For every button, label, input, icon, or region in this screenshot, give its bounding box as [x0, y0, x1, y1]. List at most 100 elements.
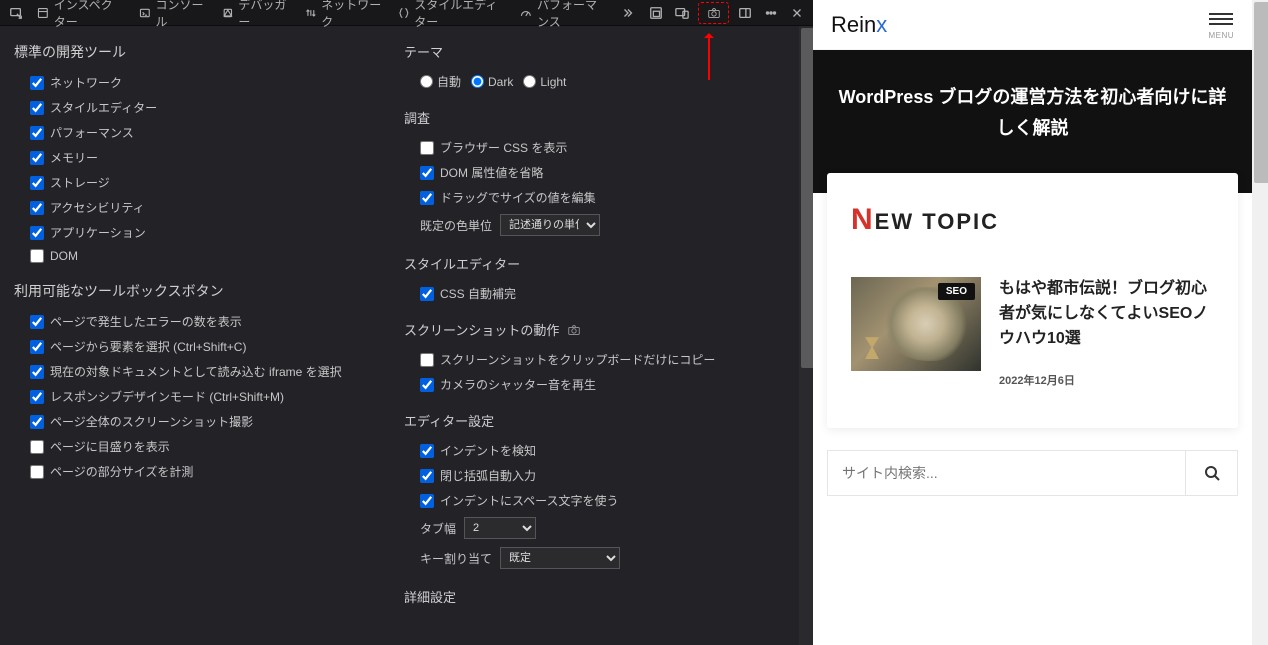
site-brand[interactable]: Reinx: [831, 12, 887, 38]
keymap-select[interactable]: 既定: [500, 547, 620, 569]
section-screenshot-title: スクリーンショットの動作: [404, 320, 793, 339]
toolbox-button-option[interactable]: ページに目盛りを表示: [14, 434, 394, 459]
checkbox[interactable]: [30, 440, 44, 454]
toolbox-button-option[interactable]: ページから要素を選択 (Ctrl+Shift+C): [14, 334, 394, 359]
pick-element-button[interactable]: [4, 1, 28, 25]
radio[interactable]: [471, 75, 484, 88]
section-advanced-title: 詳細設定: [404, 587, 793, 606]
styleeditor-option[interactable]: CSS 自動補完: [404, 281, 793, 306]
new-topic-card: NEW TOPIC SEO もはや都市伝説！ブログ初心者が気にしなくてよいSEO…: [827, 173, 1238, 427]
checkbox[interactable]: [30, 76, 44, 90]
checkbox[interactable]: [420, 494, 434, 508]
network-icon: [305, 6, 317, 20]
default-tool-option[interactable]: スタイルエディター: [14, 95, 394, 120]
theme-radio-自動[interactable]: 自動: [420, 73, 461, 90]
dock-side-button[interactable]: [733, 1, 757, 25]
search-input[interactable]: [828, 451, 1185, 495]
toolbox-button-option[interactable]: ページ全体のスクリーンショット撮影: [14, 409, 394, 434]
checkbox[interactable]: [30, 201, 44, 215]
dock-icon: [738, 6, 752, 20]
checkbox[interactable]: [420, 378, 434, 392]
iframe-picker-button[interactable]: [644, 1, 668, 25]
responsive-icon: [675, 6, 689, 20]
checkbox[interactable]: [30, 315, 44, 329]
tab-debugger[interactable]: デバッガー: [215, 1, 296, 25]
checkbox[interactable]: [30, 151, 44, 165]
default-tool-option[interactable]: アプリケーション: [14, 220, 394, 245]
pick-element-icon: [9, 6, 23, 20]
radio-label: Light: [540, 75, 566, 89]
chevrons-right-icon: [621, 6, 635, 20]
devtools-toolbar: インスペクター コンソール デバッガー ネットワーク スタイルエディター パフォ…: [0, 0, 813, 26]
option-label: ドラッグでサイズの値を編集: [440, 189, 596, 206]
checkbox[interactable]: [420, 166, 434, 180]
close-devtools-button[interactable]: [785, 1, 809, 25]
color-unit-select[interactable]: 記述通りの単位: [500, 214, 600, 236]
menu-button[interactable]: MENU: [1208, 10, 1234, 40]
checkbox[interactable]: [30, 365, 44, 379]
hamburger-icon: [1209, 10, 1233, 28]
option-label: ページ全体のスクリーンショット撮影: [50, 413, 253, 430]
tab-styleeditor[interactable]: スタイルエディター: [391, 1, 512, 25]
default-tool-option[interactable]: メモリー: [14, 145, 394, 170]
radio[interactable]: [420, 75, 433, 88]
tab-console[interactable]: コンソール: [132, 1, 213, 25]
checkbox[interactable]: [30, 249, 44, 263]
option-label: アプリケーション: [50, 224, 146, 241]
default-tool-option[interactable]: ストレージ: [14, 170, 394, 195]
radio-label: Dark: [488, 75, 513, 89]
settings-scrollbar[interactable]: [799, 26, 813, 645]
toolbox-button-option[interactable]: ページで発生したエラーの数を表示: [14, 309, 394, 334]
screenshot-button-highlight[interactable]: [698, 2, 729, 24]
screenshot-option[interactable]: カメラのシャッター音を再生: [404, 372, 793, 397]
post-title: もはや都市伝説！ブログ初心者が気にしなくてよいSEOノウハウ10選: [999, 277, 1214, 351]
checkbox[interactable]: [30, 465, 44, 479]
default-tool-option[interactable]: ネットワーク: [14, 70, 394, 95]
checkbox[interactable]: [30, 340, 44, 354]
checkbox[interactable]: [30, 126, 44, 140]
toolbox-button-option[interactable]: 現在の対象ドキュメントとして読み込む iframe を選択: [14, 359, 394, 384]
checkbox[interactable]: [420, 141, 434, 155]
editor-option[interactable]: 閉じ括弧自動入力: [404, 463, 793, 488]
editor-option[interactable]: インデントにスペース文字を使う: [404, 488, 793, 513]
inspection-option[interactable]: ドラッグでサイズの値を編集: [404, 185, 793, 210]
responsive-design-button[interactable]: [670, 1, 694, 25]
theme-radio-light[interactable]: Light: [523, 73, 566, 90]
tab-width-select[interactable]: 2: [464, 517, 536, 539]
checkbox[interactable]: [30, 390, 44, 404]
checkbox[interactable]: [420, 191, 434, 205]
checkbox[interactable]: [420, 353, 434, 367]
toolbox-button-option[interactable]: レスポンシブデザインモード (Ctrl+Shift+M): [14, 384, 394, 409]
editor-option[interactable]: インデントを検知: [404, 438, 793, 463]
tab-performance[interactable]: パフォーマンス: [513, 1, 614, 25]
post-item[interactable]: SEO もはや都市伝説！ブログ初心者が気にしなくてよいSEOノウハウ10選 20…: [851, 277, 1214, 387]
option-label: ストレージ: [50, 174, 110, 191]
checkbox[interactable]: [30, 415, 44, 429]
search-button[interactable]: [1185, 451, 1237, 495]
default-tool-option[interactable]: DOM: [14, 245, 394, 267]
checkbox[interactable]: [30, 176, 44, 190]
default-tool-option[interactable]: パフォーマンス: [14, 120, 394, 145]
preview-scrollbar[interactable]: [1252, 0, 1268, 645]
checkbox[interactable]: [420, 469, 434, 483]
more-button[interactable]: [759, 1, 783, 25]
radio[interactable]: [523, 75, 536, 88]
checkbox[interactable]: [420, 444, 434, 458]
camera-icon: [707, 6, 721, 20]
tab-inspector[interactable]: インスペクター: [30, 1, 130, 25]
post-badge: SEO: [938, 283, 975, 300]
theme-radio-dark[interactable]: Dark: [471, 73, 513, 90]
default-tool-option[interactable]: アクセシビリティ: [14, 195, 394, 220]
tab-network[interactable]: ネットワーク: [298, 1, 389, 25]
option-label: 閉じ括弧自動入力: [440, 467, 536, 484]
inspection-option[interactable]: ブラウザー CSS を表示: [404, 135, 793, 160]
checkbox[interactable]: [30, 226, 44, 240]
section-default-tools-title: 標準の開発ツール: [14, 42, 394, 62]
checkbox[interactable]: [30, 101, 44, 115]
theme-radio-group: 自動 Dark Light: [404, 69, 793, 94]
toolbox-button-option[interactable]: ページの部分サイズを計測: [14, 459, 394, 484]
inspection-option[interactable]: DOM 属性値を省略: [404, 160, 793, 185]
tabs-overflow-button[interactable]: [616, 1, 640, 25]
screenshot-option[interactable]: スクリーンショットをクリップボードだけにコピー: [404, 347, 793, 372]
checkbox[interactable]: [420, 287, 434, 301]
